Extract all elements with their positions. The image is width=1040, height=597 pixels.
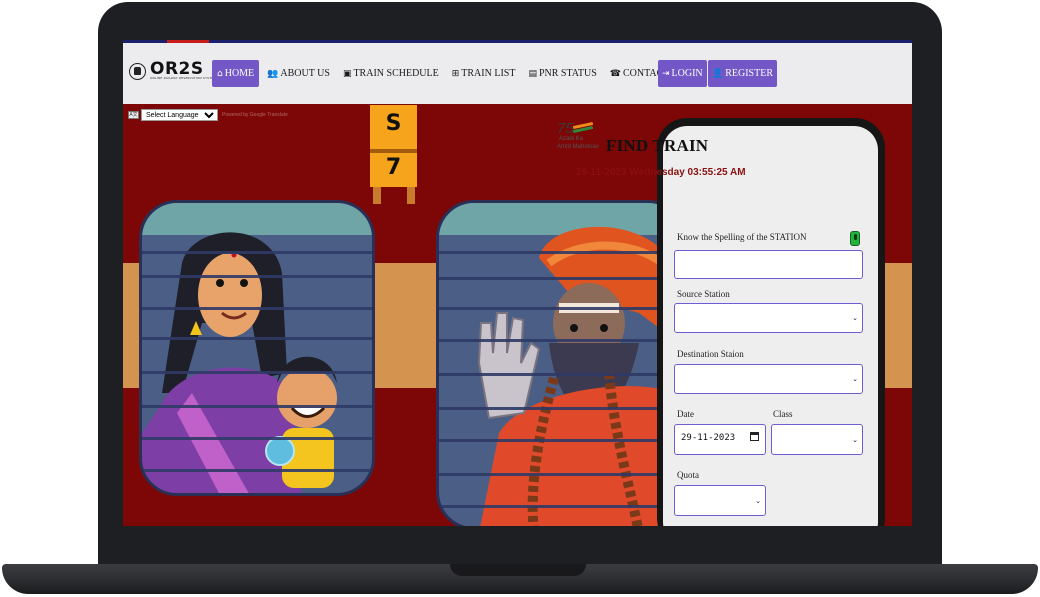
train-logo-icon [129,62,146,80]
window-slat [439,251,683,254]
main-nav: ⌂ HOME 👥 ABOUT US ▣ TRAIN SCHEDULE ⊞ TRA… [212,60,693,87]
find-train-title: FIND TRAIN [606,136,709,155]
coach-sign: S 7 [370,105,417,187]
class-label: Class [773,409,793,419]
azadi-ka-amrit-mahotsav-logo: 75 Azadi Ka Amrit Mahotsav [557,120,599,150]
home-icon: ⌂ [217,68,223,79]
train-window-right [436,200,686,526]
nav-about-label: ABOUT US [280,68,330,79]
logo-line-1: Azadi Ka [559,136,584,142]
powered-by-text: Powered by Google Translate [222,112,288,118]
register-label: REGISTER [725,68,773,79]
window-slat [142,307,372,310]
window-slat [439,407,683,410]
translate-icon: A文 [128,111,139,119]
class-select[interactable]: ⌄ [771,424,863,455]
window-slat [439,439,683,442]
calendar-icon[interactable] [750,432,759,441]
coach-sign-divider [370,149,417,153]
nav-schedule-label: TRAIN SCHEDULE [353,68,439,79]
id-card-icon: ▤ [528,68,537,79]
chevron-down-icon: ⌄ [852,375,858,383]
window-slat [439,277,683,280]
chevron-down-icon: ⌄ [755,496,761,505]
register-button[interactable]: 👤 REGISTER [708,60,777,87]
login-button[interactable]: ⇥ LOGIN [658,60,707,87]
navbar: OR2S ONLINE RAILWAY RESERVATION SYSTEM ⌂… [123,40,912,104]
nav-home[interactable]: ⌂ HOME [212,60,260,87]
spell-station-label: Know the Spelling of the STATION [677,232,807,242]
logo-text: OR2S [150,59,204,79]
nav-home-label: HOME [224,68,255,79]
source-station-label: Source Station [677,289,730,299]
table-icon: ⊞ [451,68,460,79]
coach-number: 7 [385,155,402,180]
window-slat [142,371,372,374]
logo-75: 75 [557,120,574,137]
site-logo[interactable]: OR2S ONLINE RAILWAY RESERVATION SYSTEM [129,59,217,80]
nav-pnr-status[interactable]: ▤ PNR STATUS [523,60,601,87]
logo-subtext: ONLINE RAILWAY RESERVATION SYSTEM [150,76,217,80]
translate-widget: A文 Select Language Powered by Google Tra… [128,109,288,121]
chevron-down-icon: ⌄ [852,314,858,322]
chevron-down-icon: ⌄ [852,435,858,444]
logo-line-2: Amrit Mahotsav [557,144,599,150]
destination-station-select[interactable]: ⌄ [674,364,863,394]
sign-in-icon: ⇥ [662,68,670,79]
mother-and-child-illustration [142,232,337,493]
window-slat [439,505,683,508]
date-label: Date [677,409,694,419]
login-label: LOGIN [671,68,703,79]
coach-sign-post [373,187,381,204]
nav-train-schedule[interactable]: ▣ TRAIN SCHEDULE [338,60,444,87]
nav-list-label: TRAIN LIST [461,68,516,79]
nav-about-us[interactable]: 👥 ABOUT US [262,60,335,87]
nav-pnr-label: PNR STATUS [538,68,597,79]
nav-train-list[interactable]: ⊞ TRAIN LIST [447,60,521,87]
window-slat [142,251,372,254]
window-slat [439,339,683,342]
window-slat [142,469,372,472]
users-icon: 👥 [267,68,279,79]
window-slat [142,337,372,340]
window-slat [439,473,683,476]
train-window-left [139,200,375,496]
journey-date-input[interactable]: 29-11-2023 [674,424,766,455]
user-icon: 👤 [712,68,724,79]
current-datetime: 29-11-2023 Wednesday 03:55:25 AM [576,167,746,178]
train-icon: ▣ [342,68,352,79]
language-select[interactable]: Select Language [141,109,218,121]
quota-select[interactable]: ⌄ [674,485,766,516]
navbar-top-accent [167,40,209,43]
coach-letter: S [385,111,402,136]
window-slat [439,307,683,310]
window-slat [142,275,372,278]
destination-station-label: Destination Staion [677,349,744,359]
spell-station-input[interactable] [674,250,863,279]
window-slat [439,373,683,376]
quota-label: Quota [677,470,699,480]
window-slat [142,405,372,408]
journey-date-value: 29-11-2023 [681,433,736,443]
coach-sign-post [407,187,415,204]
source-station-select[interactable]: ⌄ [674,303,863,333]
laptop-base-notch [450,564,586,576]
microphone-icon[interactable] [850,231,860,246]
window-slat [142,437,372,440]
navbar-top-line [123,40,912,43]
phone-icon: ☎ [609,68,622,79]
